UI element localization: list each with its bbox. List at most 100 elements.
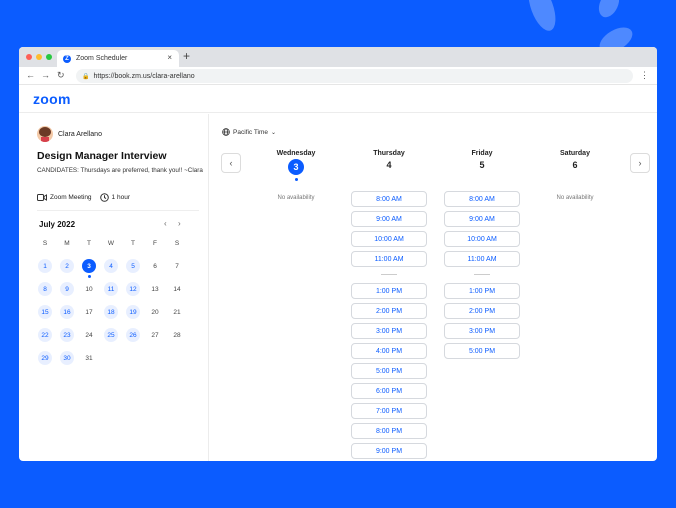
weekday-header: S [174,240,180,247]
calendar-day-23[interactable]: 23 [60,328,74,342]
time-slot-button[interactable]: 3:00 PM [351,323,427,339]
selected-day-indicator [294,178,298,181]
time-slot-button[interactable]: 9:00 PM [351,443,427,459]
time-slot-button[interactable]: 8:00 AM [351,191,427,207]
calendar-day-17: 17 [85,308,93,316]
calendar-day-27: 27 [151,331,159,339]
calendar-day-15[interactable]: 15 [38,305,52,319]
chevron-right-icon: › [638,158,642,168]
background-shape [594,0,624,21]
calendar-day-10: 10 [85,285,93,293]
time-slot-button[interactable]: 5:00 PM [444,343,520,359]
day-header-thursday: Thursday 4 [344,150,434,170]
calendar-day-8[interactable]: 8 [38,282,52,296]
browser-menu-icon[interactable]: ⋮ [640,70,649,81]
time-slot-button[interactable]: 11:00 AM [351,251,427,267]
host-info: Clara Arellano [37,126,102,142]
time-slot-button[interactable]: 3:00 PM [444,323,520,339]
calendar-day-30[interactable]: 30 [60,351,74,365]
day-name: Thursday [373,150,405,157]
calendar-day-21: 21 [173,308,181,316]
day-number: 4 [386,160,392,170]
calendar-day-3[interactable]: 3 [82,259,96,273]
day-number: 3 [288,159,304,175]
time-slot-button[interactable]: 4:00 PM [351,343,427,359]
time-slot-button[interactable]: 1:00 PM [351,283,427,299]
minimize-window-dot[interactable] [36,54,42,60]
chevron-down-icon: ⌄ [271,129,277,136]
new-tab-icon[interactable]: + [183,49,190,63]
time-slot-button[interactable]: 2:00 PM [444,303,520,319]
timezone-selector[interactable]: Pacific Time ⌄ [222,128,276,136]
calendar-day-16[interactable]: 16 [60,305,74,319]
calendar-day-2[interactable]: 2 [60,259,74,273]
previous-month-icon[interactable]: ‹ [164,219,167,228]
day-name: Friday [471,150,493,157]
day-number: 5 [479,160,485,170]
no-availability-label: No availability [556,195,594,201]
day-name: Wednesday [276,150,316,157]
calendar-day-5[interactable]: 5 [126,259,140,273]
selected-day-indicator [87,275,91,278]
weekday-header: T [131,240,135,247]
close-window-dot[interactable] [26,54,32,60]
calendar-day-12[interactable]: 12 [126,282,140,296]
calendar-day-7: 7 [175,262,179,270]
time-slot-button[interactable]: 10:00 AM [444,231,520,247]
weekday-header: W [107,240,115,247]
time-slot-button[interactable]: 7:00 PM [351,403,427,419]
browser-tab[interactable]: Z Zoom Scheduler × [57,50,179,67]
calendar-day-31: 31 [85,354,93,362]
calendar-day-19[interactable]: 19 [126,305,140,319]
weekday-header: S [42,240,48,247]
event-title: Design Manager Interview [37,150,167,162]
calendar-day-25[interactable]: 25 [104,328,118,342]
time-slot-button[interactable]: 8:00 AM [444,191,520,207]
back-icon[interactable]: ← [26,70,35,80]
previous-days-button[interactable]: ‹ [221,153,241,173]
time-slot-button[interactable]: 9:00 AM [444,211,520,227]
day-name: Saturday [560,150,590,157]
time-slot-button[interactable]: 11:00 AM [444,251,520,267]
background-shape [523,0,561,35]
calendar-day-26[interactable]: 26 [126,328,140,342]
time-slot-button[interactable]: 10:00 AM [351,231,427,247]
calendar-day-1[interactable]: 1 [38,259,52,273]
site-header: zoom [19,85,657,113]
am-pm-divider [474,274,490,275]
url-input[interactable]: 🔒 https://book.zm.us/clara-arellano [76,69,633,83]
calendar-day-6: 6 [153,262,157,270]
maximize-window-dot[interactable] [46,54,52,60]
calendar-day-22[interactable]: 22 [38,328,52,342]
time-slot-button[interactable]: 2:00 PM [351,303,427,319]
url-text: https://book.zm.us/clara-arellano [93,72,195,80]
time-slot-button[interactable]: 5:00 PM [351,363,427,379]
event-details-panel: Clara Arellano Design Manager Interview … [19,114,209,461]
meeting-platform: Zoom Meeting [50,194,92,201]
calendar-day-11[interactable]: 11 [104,282,118,296]
time-slot-button[interactable]: 6:00 PM [351,383,427,399]
calendar-day-28: 28 [173,331,181,339]
divider [37,210,199,211]
time-slot-button[interactable]: 9:00 AM [351,211,427,227]
time-slot-button[interactable]: 8:00 PM [351,423,427,439]
globe-icon [222,128,230,136]
weekday-header: F [153,240,157,247]
calendar-day-4[interactable]: 4 [104,259,118,273]
meeting-duration: 1 hour [111,194,130,201]
next-days-button[interactable]: › [630,153,650,173]
calendar-day-18[interactable]: 18 [104,305,118,319]
zoom-logo[interactable]: zoom [33,91,71,107]
forward-icon[interactable]: → [41,70,50,80]
calendar-day-29[interactable]: 29 [38,351,52,365]
zoom-favicon-icon: Z [63,54,71,63]
close-tab-icon[interactable]: × [167,53,172,62]
calendar-day-14: 14 [173,285,181,293]
event-meta: Zoom Meeting 1 hour [37,193,130,202]
tab-title: Zoom Scheduler [76,55,128,62]
next-month-icon[interactable]: › [178,219,181,228]
reload-icon[interactable]: ↻ [57,70,65,81]
time-slot-button[interactable]: 1:00 PM [444,283,520,299]
calendar-day-9[interactable]: 9 [60,282,74,296]
calendar-day-20: 20 [151,308,159,316]
